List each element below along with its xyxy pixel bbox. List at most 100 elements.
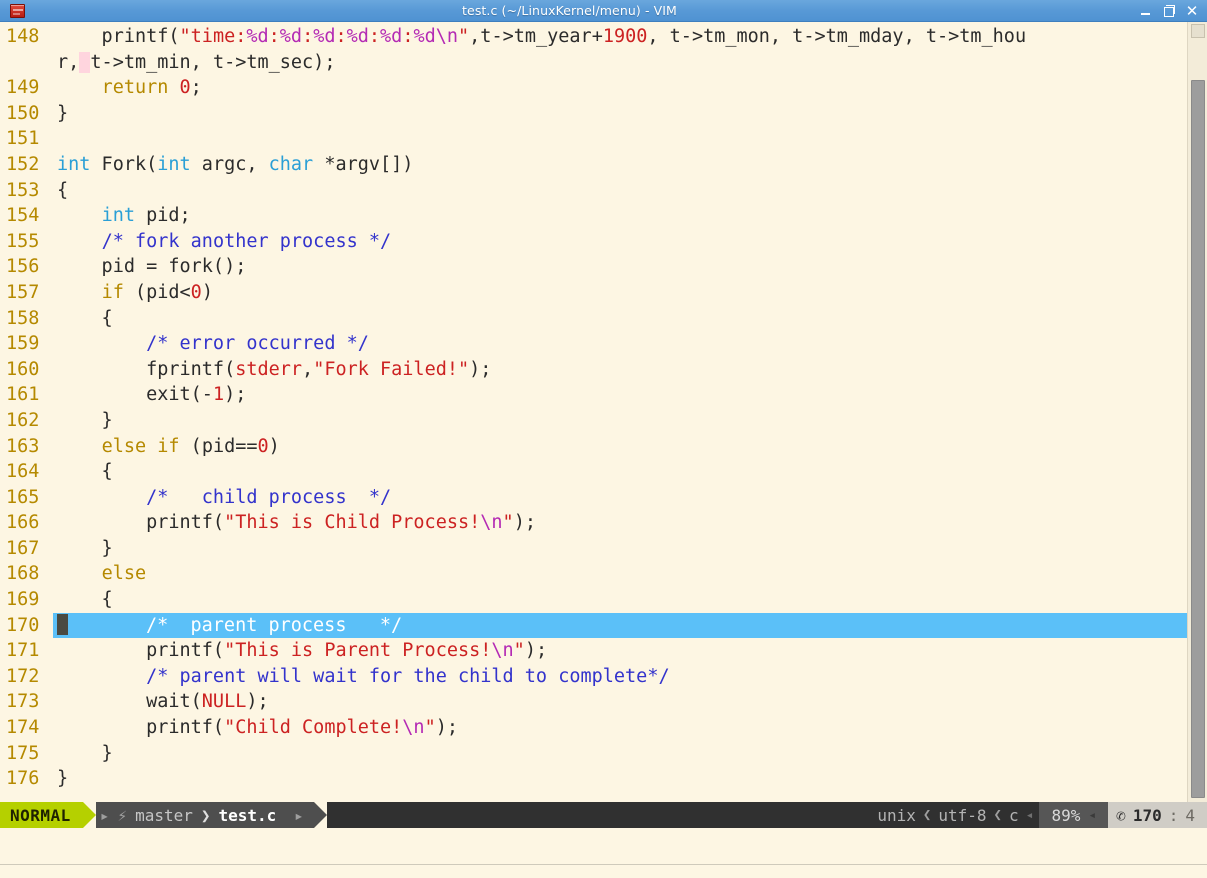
status-encoding: utf-8: [938, 805, 987, 825]
token-plain: printf(: [57, 26, 180, 47]
code-line[interactable]: 154 int pid;: [0, 203, 1187, 229]
code-text: /* fork another process */: [53, 229, 1187, 255]
status-chevron-1-icon: ❮: [922, 807, 932, 823]
text-cursor: [57, 613, 68, 635]
token-str: "This is Parent Process!: [224, 640, 492, 662]
scrollbar-up-arrow-icon[interactable]: [1191, 24, 1205, 38]
code-line[interactable]: 160 fprintf(stderr,"Fork Failed!");: [0, 357, 1187, 383]
code-line[interactable]: r, t->tm_min, t->tm_sec);: [0, 50, 1187, 76]
status-line: NORMAL ▸ ⚡ master ❯ test.c ▸ unix ❮ utf-…: [0, 802, 1207, 828]
code-text: /* parent will wait for the child to com…: [53, 664, 1187, 690]
line-number: 159: [6, 333, 40, 355]
command-line[interactable]: [0, 828, 1207, 864]
token-num: 1: [212, 384, 225, 406]
token-fmt: %d: [279, 26, 303, 47]
token-cmt: /* parent will wait for the child to com…: [146, 665, 670, 687]
code-text: {: [53, 178, 1187, 204]
code-line[interactable]: 149 return 0;: [0, 75, 1187, 101]
token-fmt: %d: [380, 26, 403, 47]
token-num: 0: [190, 281, 202, 303]
line-number: 155: [6, 230, 40, 252]
token-num: 1900: [602, 26, 648, 47]
token-plain: }: [57, 537, 113, 559]
token-type: char: [268, 153, 314, 175]
token-plain: , t->tm_mon, t->tm_mday, t->tm_hou: [647, 26, 1027, 47]
code-line[interactable]: 151: [0, 126, 1187, 152]
code-line[interactable]: 153 {: [0, 178, 1187, 204]
token-str: "This is Child Process!: [224, 512, 481, 534]
line-number: 162: [6, 409, 40, 431]
code-line[interactable]: 174 printf("Child Complete!\n");: [0, 715, 1187, 741]
code-line[interactable]: 163 else if (pid==0): [0, 434, 1187, 460]
token-type: int: [57, 153, 91, 175]
token-plain: {: [57, 307, 113, 329]
line-number: 149: [6, 77, 40, 99]
code-line[interactable]: 176}: [0, 766, 1187, 792]
line-number: 160: [6, 358, 40, 380]
code-line[interactable]: 166 printf("This is Child Process!\n");: [0, 510, 1187, 536]
code-line[interactable]: 156 pid = fork();: [0, 254, 1187, 280]
token-plain: ,t->tm_year+: [469, 26, 603, 47]
code-text: else if (pid==0): [53, 434, 1187, 460]
code-line[interactable]: 171 printf("This is Parent Process!\n");: [0, 638, 1187, 664]
status-filetype: c: [1008, 805, 1019, 825]
minimize-icon[interactable]: [1139, 4, 1153, 18]
code-line[interactable]: 168 else: [0, 561, 1187, 587]
code-line[interactable]: 157 if (pid<0): [0, 280, 1187, 306]
code-text: int Fork(int argc, char *argv[]): [53, 152, 1187, 178]
line-number: 168: [6, 563, 40, 585]
token-kw: if: [157, 435, 180, 457]
code-line-cursor[interactable]: 170 /* parent process */: [0, 612, 1187, 639]
code-buffer[interactable]: 148 printf("time:%d:%d:%d:%d:%d:%d\n",t-…: [0, 22, 1187, 802]
scrollbar-thumb[interactable]: [1191, 80, 1205, 798]
token-kw: if: [101, 281, 124, 303]
code-line[interactable]: 167 }: [0, 536, 1187, 562]
status-filename: test.c: [218, 805, 277, 825]
code-line[interactable]: 150}: [0, 101, 1187, 127]
code-line[interactable]: 172 /* parent will wait for the child to…: [0, 664, 1187, 690]
token-plain: (pid==: [179, 435, 258, 457]
line-number: 170: [0, 612, 53, 639]
code-line[interactable]: 158 {: [0, 306, 1187, 332]
code-line[interactable]: 159 /* error occurred */: [0, 331, 1187, 357]
token-fmt: %d: [413, 26, 436, 47]
status-colon: :: [1168, 805, 1179, 825]
status-arrow-left-1-icon: ◂: [1025, 807, 1034, 823]
token-plain: {: [57, 589, 113, 611]
maximize-icon[interactable]: [1162, 4, 1176, 18]
code-line[interactable]: 162 }: [0, 408, 1187, 434]
status-percent: 89% ◂: [1039, 802, 1109, 828]
line-number: 169: [6, 589, 40, 611]
token-plain: ,: [302, 358, 314, 380]
line-number: 154: [6, 205, 40, 227]
vertical-scrollbar[interactable]: [1187, 22, 1207, 802]
code-line[interactable]: 175 }: [0, 741, 1187, 767]
code-line[interactable]: 152 int Fork(int argc, char *argv[]): [0, 152, 1187, 178]
status-branch-section: ▸ ⚡ master ❯ test.c ▸: [95, 802, 314, 828]
code-line[interactable]: 161 exit(-1);: [0, 382, 1187, 408]
token-const: stderr: [235, 358, 303, 380]
code-line[interactable]: 169 {: [0, 587, 1187, 613]
code-line[interactable]: 173 wait(NULL);: [0, 689, 1187, 715]
token-plain: t->tm_min, t->tm_sec);: [90, 51, 336, 73]
code-text: {: [53, 459, 1187, 485]
token-plain: pid = fork();: [57, 256, 247, 278]
code-line[interactable]: 164 {: [0, 459, 1187, 485]
code-line[interactable]: 155 /* fork another process */: [0, 229, 1187, 255]
vim-window: test.c (~/LinuxKernel/menu) - VIM ✕ 148 …: [0, 0, 1207, 878]
code-line[interactable]: 148 printf("time:%d:%d:%d:%d:%d:%d\n",t-…: [0, 24, 1187, 50]
close-icon[interactable]: ✕: [1185, 3, 1199, 18]
code-line[interactable]: 165 /* child process */: [0, 485, 1187, 511]
code-text: else: [53, 561, 1187, 587]
token-num: 0: [257, 435, 269, 457]
line-number: 152: [6, 153, 40, 175]
code-text: if (pid<0): [53, 280, 1187, 306]
token-kw: else: [101, 563, 147, 585]
code-text: pid = fork();: [53, 254, 1187, 280]
line-number: 163: [6, 435, 40, 457]
line-number: 150: [6, 102, 40, 124]
